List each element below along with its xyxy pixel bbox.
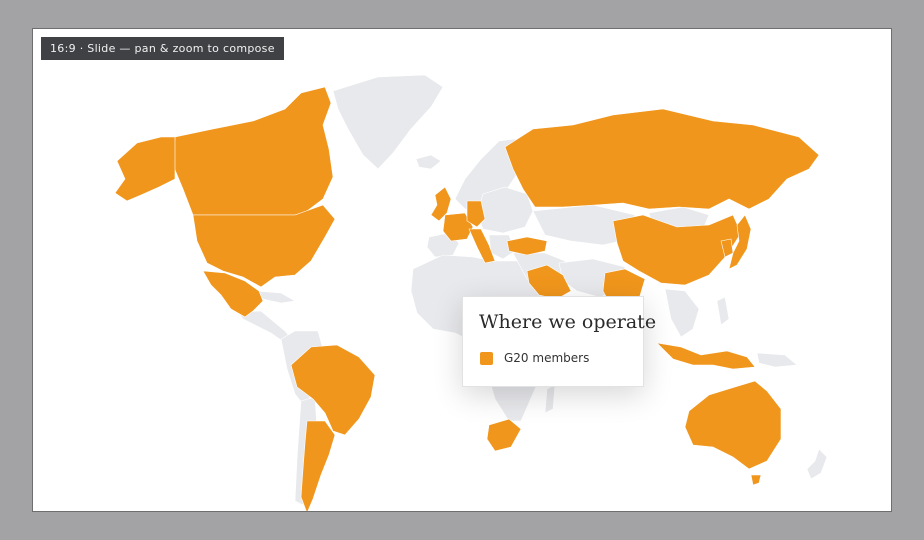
land-greenland — [332, 74, 444, 170]
land-new-guinea — [756, 352, 798, 368]
country-south-africa[interactable] — [486, 418, 522, 452]
legend-swatch — [480, 352, 493, 365]
country-argentina[interactable] — [300, 420, 336, 511]
legend-title: Where we operate — [479, 311, 657, 333]
country-canada[interactable] — [172, 86, 334, 216]
map-legend: Where we operate G20 members — [462, 296, 656, 387]
land-southeast-asia — [664, 288, 700, 338]
country-usa-alaska[interactable] — [114, 136, 176, 202]
legend-item-label: G20 members — [504, 351, 590, 365]
land-eastern-europe — [476, 186, 534, 234]
land-iceland — [415, 154, 442, 170]
country-russia[interactable] — [504, 108, 820, 210]
slide-canvas[interactable]: 16:9 · Slide — pan & zoom to compose Whe… — [32, 28, 892, 512]
land-new-zealand — [806, 448, 828, 480]
slide-format-badge: 16:9 · Slide — pan & zoom to compose — [41, 37, 284, 60]
land-madagascar — [544, 384, 556, 414]
country-australia-tasmania[interactable] — [750, 474, 762, 486]
land-philippines — [716, 296, 730, 326]
country-indonesia[interactable] — [656, 342, 756, 370]
country-australia[interactable] — [684, 380, 782, 470]
world-map[interactable] — [33, 29, 891, 511]
